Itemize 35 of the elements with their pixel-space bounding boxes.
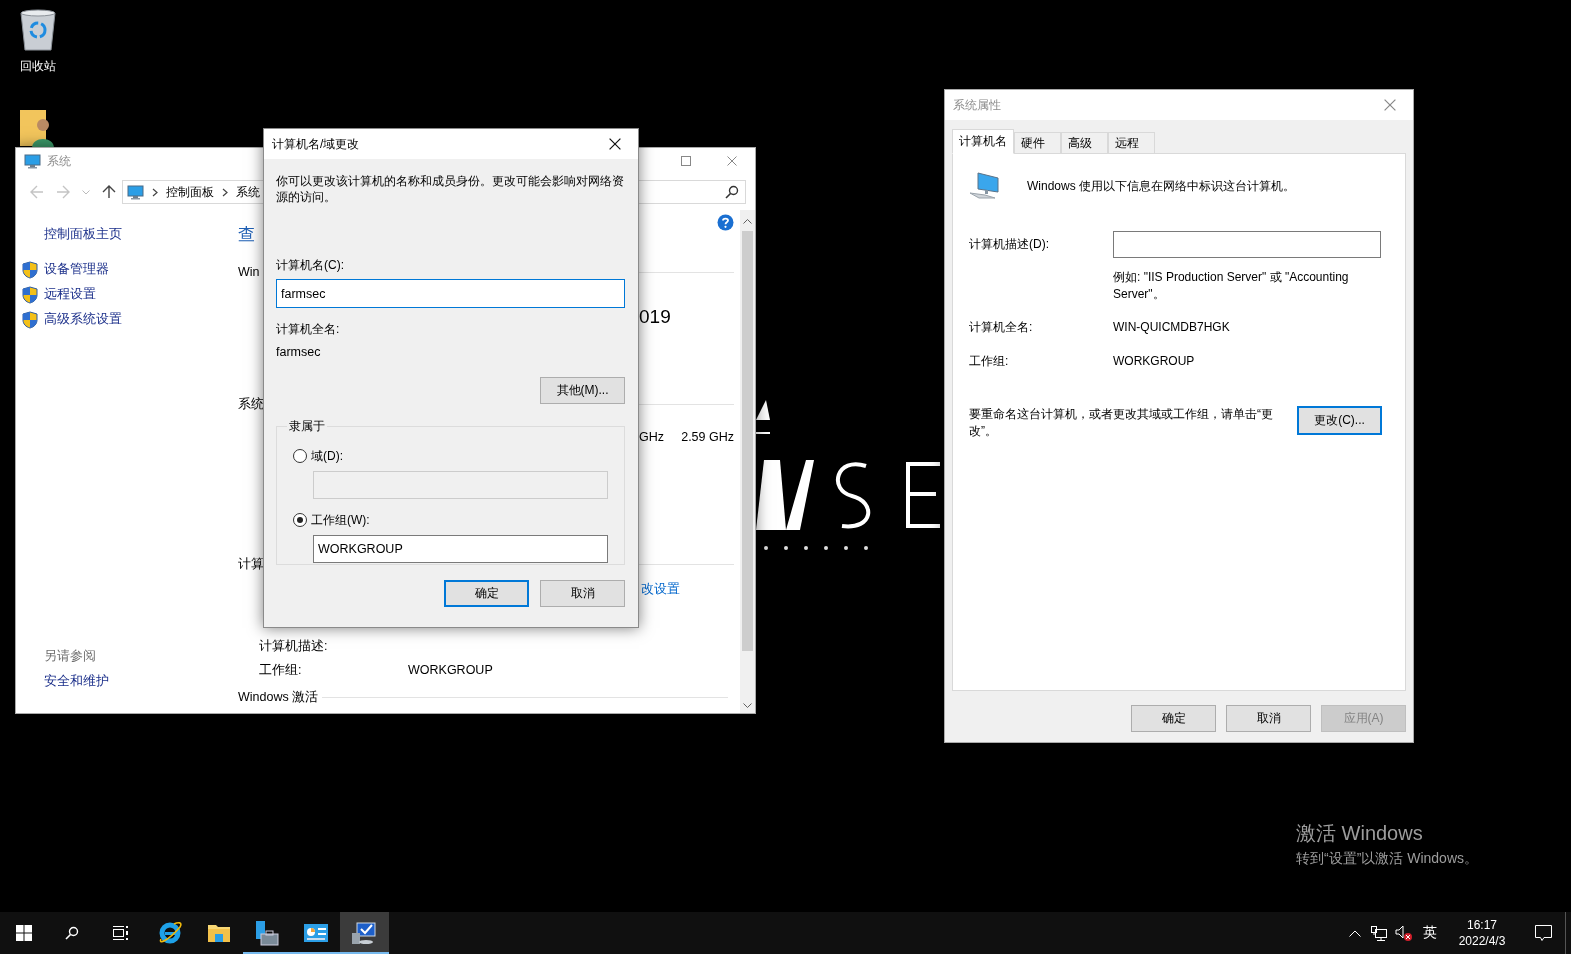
option-label: 域(D):	[311, 447, 343, 465]
section-heading: Windows 激活	[238, 688, 319, 706]
window-title: 系统	[47, 152, 71, 170]
field-label: 工作组:	[969, 352, 1010, 370]
version-text: 019	[639, 306, 671, 328]
hint-text: 例如: "IIS Production Server" 或 "Accounting Server"。	[1113, 269, 1350, 303]
field-label: 计算机全名:	[969, 318, 1034, 336]
field-value: WIN-QUICMDB7HGK	[1113, 320, 1231, 334]
field-label: 计算机描述(D):	[969, 235, 1050, 253]
processor-text: 2.59 GHz	[681, 430, 734, 444]
section-heading: Win	[238, 265, 261, 279]
section-label: 另请参阅	[44, 648, 96, 665]
clock-date: 2022/4/3	[1458, 934, 1506, 948]
field-label: 计算机名(C):	[276, 257, 344, 274]
page-heading: 查	[238, 223, 256, 246]
description-text: 你可以更改该计算机的名称和成员身份。更改可能会影响对网络资源的访问。	[276, 173, 625, 205]
full-name-text: farmsec	[276, 345, 321, 359]
field-label: 计算机全名:	[276, 321, 340, 338]
clock-time: 16:17	[1467, 918, 1497, 932]
activation-title: 激活 Windows	[1296, 821, 1424, 846]
field-label: 工作组:	[259, 661, 303, 679]
section-heading: 系统	[238, 395, 263, 413]
section-heading: 计算	[238, 555, 263, 573]
activation-subtitle: 转到“设置”以激活 Windows。	[1296, 850, 1478, 868]
intro-text: Windows 使用以下信息在网络中标识这台计算机。	[1027, 177, 1295, 195]
window-title: 系统属性	[953, 96, 1001, 114]
group-label: 隶属于	[288, 418, 326, 435]
field-value: WORKGROUP	[1113, 354, 1196, 368]
field-value: WORKGROUP	[408, 663, 493, 677]
option-label: 工作组(W):	[311, 511, 370, 529]
dialog-title: 计算机名/域更改	[272, 135, 360, 153]
instruction-text: 要重命名这台计算机，或者更改其域或工作组，请单击“更改”。	[969, 406, 1274, 440]
icon-label: 回收站	[20, 58, 56, 75]
field-label: 计算机描述:	[259, 637, 329, 655]
processor-text: GHz	[639, 430, 664, 444]
